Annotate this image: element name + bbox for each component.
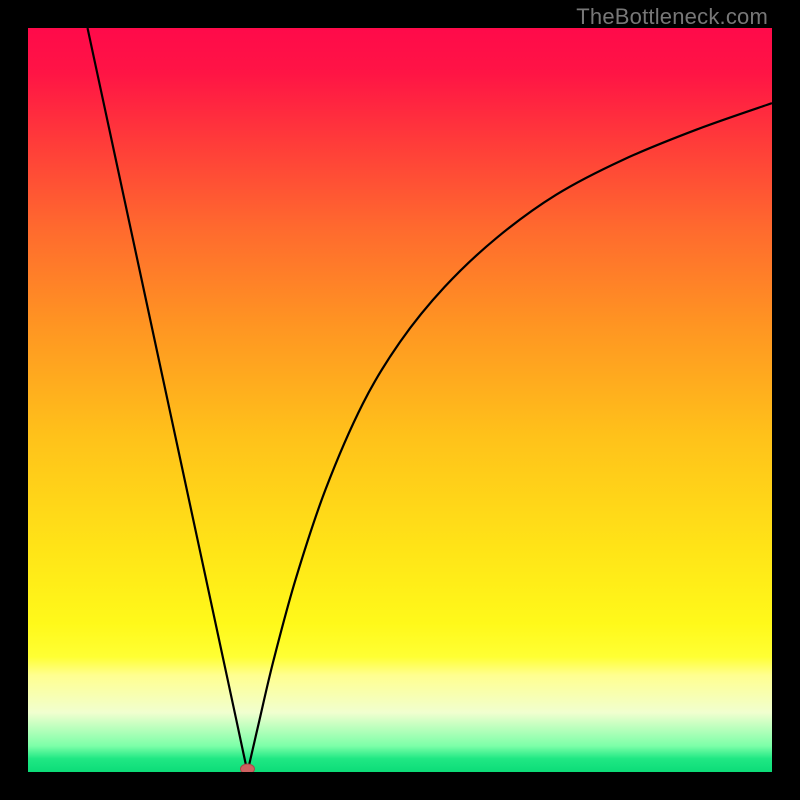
gradient-background	[28, 28, 772, 772]
optimum-marker	[240, 764, 254, 772]
chart-frame	[28, 28, 772, 772]
watermark-text: TheBottleneck.com	[576, 4, 768, 30]
bottleneck-chart	[28, 28, 772, 772]
